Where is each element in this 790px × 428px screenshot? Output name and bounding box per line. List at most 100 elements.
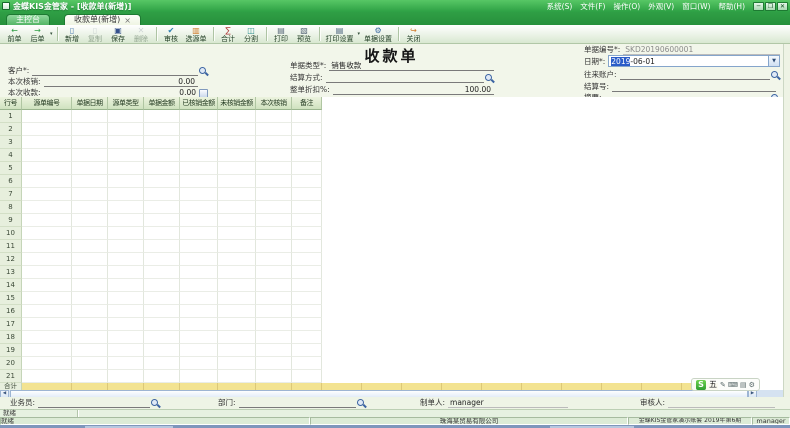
grid-cell[interactable]: [72, 253, 108, 266]
grid-cell[interactable]: [72, 318, 108, 331]
grid-cell[interactable]: [72, 266, 108, 279]
grid-row-number[interactable]: 14: [0, 279, 22, 292]
grid-cell[interactable]: [144, 357, 180, 370]
grid-cell[interactable]: [218, 331, 256, 344]
grid-cell[interactable]: [218, 123, 256, 136]
grid-cell[interactable]: [180, 123, 218, 136]
grid-cell[interactable]: [72, 214, 108, 227]
grid-cell[interactable]: [144, 344, 180, 357]
grid-cell[interactable]: [108, 253, 144, 266]
复制-button[interactable]: ▯复制: [84, 25, 107, 43]
account-lookup-icon[interactable]: [770, 70, 780, 80]
grid-cell[interactable]: [218, 318, 256, 331]
grid-row-number[interactable]: 18: [0, 331, 22, 344]
grid-cell[interactable]: [292, 318, 322, 331]
前单-button[interactable]: ←前单: [3, 25, 26, 43]
grid-cell[interactable]: [292, 266, 322, 279]
grid-row-number[interactable]: 11: [0, 240, 22, 253]
grid-cell[interactable]: [180, 175, 218, 188]
settle-method-lookup-icon[interactable]: [484, 73, 494, 83]
grid-cell[interactable]: [72, 188, 108, 201]
grid-cell[interactable]: [22, 175, 72, 188]
grid-cell[interactable]: [108, 175, 144, 188]
keyboard-icon[interactable]: ⌨: [728, 380, 738, 390]
close-button[interactable]: ✕: [777, 2, 788, 11]
grid-cell[interactable]: [72, 175, 108, 188]
grid-cell[interactable]: [22, 149, 72, 162]
grid-cell[interactable]: [144, 188, 180, 201]
menu-item[interactable]: 系统(S): [543, 1, 577, 12]
grid-row-number[interactable]: 15: [0, 292, 22, 305]
grid-cell[interactable]: [256, 175, 292, 188]
grid-cell[interactable]: [218, 344, 256, 357]
grid-cell[interactable]: [108, 344, 144, 357]
grid-cell[interactable]: [108, 292, 144, 305]
grid-cell[interactable]: [180, 292, 218, 305]
选源单-button[interactable]: ▥选源单: [183, 25, 210, 43]
grid-cell[interactable]: [144, 149, 180, 162]
grid-cell[interactable]: [22, 110, 72, 123]
grid-row-number[interactable]: 16: [0, 305, 22, 318]
grid-cell[interactable]: [22, 266, 72, 279]
grid-column-header[interactable]: 单据日期: [72, 97, 108, 110]
grid-cell[interactable]: [256, 110, 292, 123]
grid-cell[interactable]: [108, 370, 144, 383]
grid-cell[interactable]: [256, 370, 292, 383]
grid-column-header[interactable]: 行号: [0, 97, 22, 110]
date-dropdown-icon[interactable]: ▼: [768, 56, 779, 66]
grid-cell[interactable]: [218, 110, 256, 123]
grid-cell[interactable]: [144, 331, 180, 344]
grid-cell[interactable]: [108, 110, 144, 123]
grid-cell[interactable]: [72, 331, 108, 344]
grid-column-header[interactable]: 备注: [292, 97, 322, 110]
dropdown-caret-icon[interactable]: ▾: [50, 31, 53, 37]
grid-cell[interactable]: [292, 305, 322, 318]
customer-lookup-icon[interactable]: [198, 66, 208, 76]
grid-cell[interactable]: [256, 266, 292, 279]
grid-cell[interactable]: [144, 175, 180, 188]
grid-cell[interactable]: [256, 253, 292, 266]
grid-cell[interactable]: [22, 292, 72, 305]
grid-cell[interactable]: [108, 318, 144, 331]
grid-cell[interactable]: [72, 123, 108, 136]
grid-row-number[interactable]: 19: [0, 344, 22, 357]
grid-cell[interactable]: [256, 149, 292, 162]
grid-cell[interactable]: [256, 331, 292, 344]
grid-cell[interactable]: [22, 331, 72, 344]
tab-close-icon[interactable]: ×: [124, 16, 131, 25]
新增-button[interactable]: ▯新增: [61, 25, 84, 43]
grid-cell[interactable]: [144, 279, 180, 292]
settings-icon[interactable]: ⚙: [749, 380, 755, 390]
grid-row-number[interactable]: 20: [0, 357, 22, 370]
grid-cell[interactable]: [22, 357, 72, 370]
grid-cell[interactable]: [144, 305, 180, 318]
grid-cell[interactable]: [22, 318, 72, 331]
grid-cell[interactable]: [108, 123, 144, 136]
tab-main-console[interactable]: 主控台: [6, 14, 50, 25]
grid-cell[interactable]: [144, 292, 180, 305]
grid-cell[interactable]: [218, 149, 256, 162]
grid-cell[interactable]: [292, 214, 322, 227]
grid-cell[interactable]: [108, 331, 144, 344]
grid-cell[interactable]: [218, 253, 256, 266]
grid-cell[interactable]: [292, 357, 322, 370]
grid-cell[interactable]: [292, 201, 322, 214]
grid-cell[interactable]: [72, 110, 108, 123]
date-combobox[interactable]: 2019 -06-01 ▼: [608, 55, 780, 67]
grid-cell[interactable]: [72, 305, 108, 318]
grid-cell[interactable]: [144, 227, 180, 240]
分割-button[interactable]: ◫分割: [240, 25, 263, 43]
grid-cell[interactable]: [108, 188, 144, 201]
grid-cell[interactable]: [144, 318, 180, 331]
settle-method-input[interactable]: [326, 73, 484, 83]
grid-cell[interactable]: [218, 279, 256, 292]
grid-cell[interactable]: [72, 279, 108, 292]
grid-cell[interactable]: [218, 214, 256, 227]
grid-cell[interactable]: [108, 201, 144, 214]
grid-row-number[interactable]: 10: [0, 227, 22, 240]
grid-cell[interactable]: [108, 149, 144, 162]
grid-cell[interactable]: [108, 279, 144, 292]
grid-cell[interactable]: [256, 227, 292, 240]
grid-cell[interactable]: [72, 227, 108, 240]
settle-no-input[interactable]: [612, 82, 776, 92]
